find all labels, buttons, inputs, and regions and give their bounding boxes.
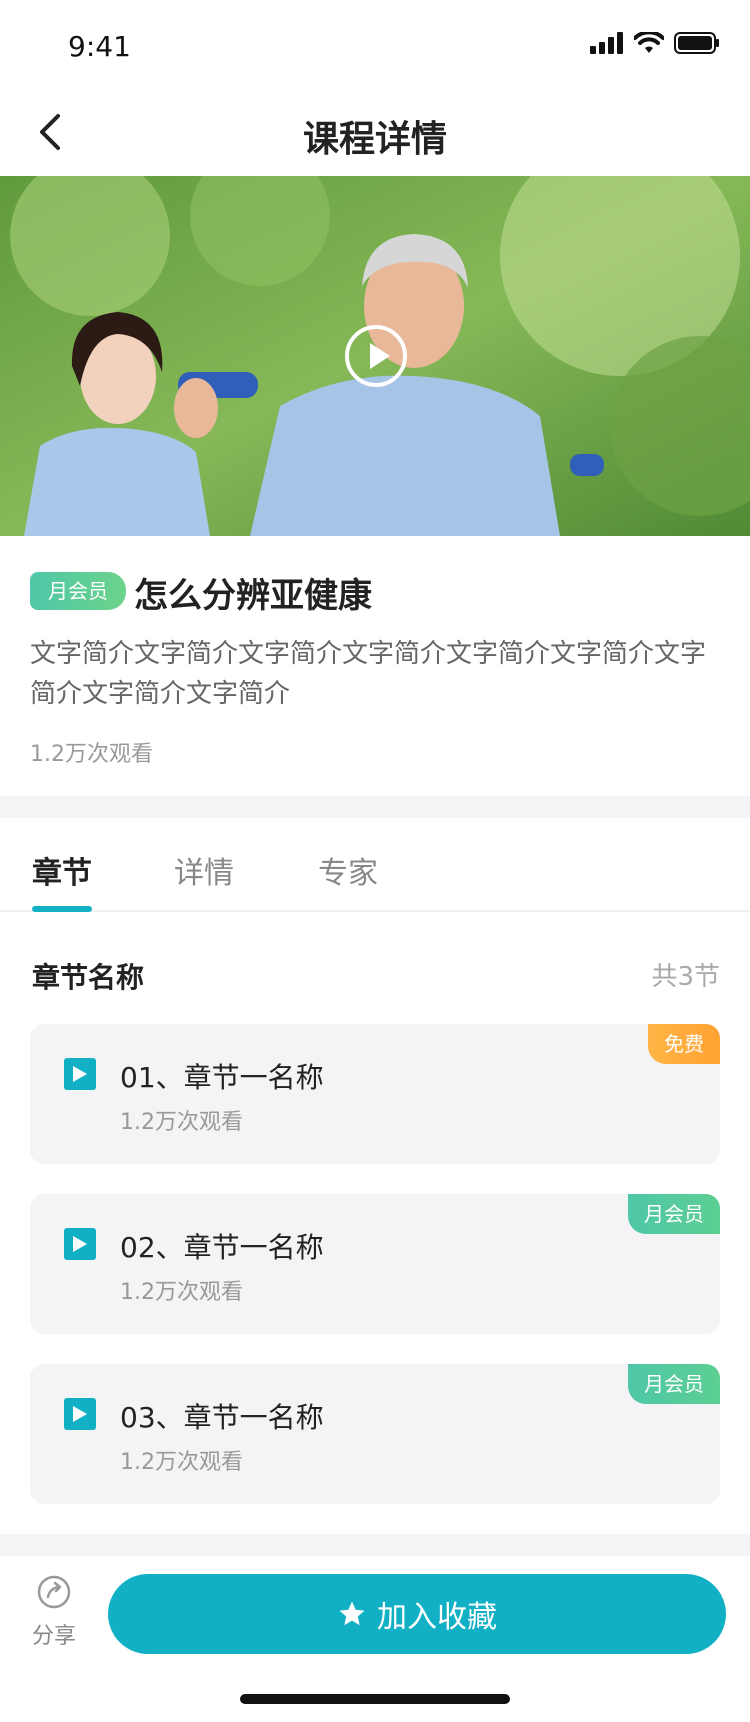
- add-to-favorites-button[interactable]: 加入收藏: [108, 1574, 726, 1654]
- wifi-icon: [634, 32, 664, 53]
- star-icon: [339, 1601, 365, 1626]
- play-icon: [64, 1398, 96, 1430]
- membership-badge: 月会员: [628, 1364, 720, 1404]
- page-title: 课程详情: [302, 119, 447, 160]
- play-icon: [64, 1058, 96, 1090]
- chapters-count: 共3节: [651, 962, 720, 992]
- chapter-name: 02、章节一名称: [120, 1231, 324, 1264]
- membership-badge: 月会员: [628, 1194, 720, 1234]
- chapter-name: 01、章节一名称: [120, 1061, 324, 1094]
- chapter-item[interactable]: 03、章节一名称 1.2万次观看 月会员: [30, 1364, 720, 1504]
- chapter-views: 1.2万次观看: [120, 1450, 243, 1475]
- course-description: 文字简介文字简介文字简介文字简介文字简介文字简介文字简介文字简介文字简介: [30, 639, 707, 709]
- home-indicator: [240, 1694, 510, 1704]
- divider: [0, 1534, 750, 1556]
- course-views: 1.2万次观看: [30, 742, 153, 767]
- share-icon: [37, 1575, 71, 1609]
- share-button[interactable]: 分享: [24, 1574, 84, 1674]
- divider: [0, 796, 750, 818]
- chapter-views: 1.2万次观看: [120, 1110, 243, 1135]
- play-icon[interactable]: [344, 324, 408, 388]
- tab-bar: 章节 详情 专家: [0, 818, 750, 912]
- share-label: 分享: [31, 1624, 76, 1649]
- chapter-item[interactable]: 01、章节一名称 1.2万次观看 免费: [30, 1024, 720, 1164]
- course-video-cover[interactable]: [0, 176, 750, 536]
- course-info: 月会员 怎么分辨亚健康 文字简介文字简介文字简介文字简介文字简介文字简介文字简介…: [0, 536, 750, 796]
- bottom-action-bar: 分享 加入收藏: [0, 1556, 750, 1722]
- chapters-title: 章节名称: [32, 961, 145, 994]
- free-badge: 免费: [648, 1024, 720, 1064]
- chapter-item[interactable]: 02、章节一名称 1.2万次观看 月会员: [30, 1194, 720, 1334]
- course-title: 怎么分辨亚健康: [134, 576, 372, 616]
- battery-icon: [674, 32, 719, 54]
- add-to-favorites-label: 加入收藏: [377, 1600, 497, 1635]
- tab-chapters[interactable]: 章节: [32, 848, 92, 892]
- nav-bar: 课程详情: [0, 88, 750, 176]
- status-bar: 9:41: [0, 0, 750, 88]
- chapter-name: 03、章节一名称: [120, 1401, 324, 1434]
- tab-experts[interactable]: 专家: [318, 848, 378, 892]
- signal-icon: [590, 32, 623, 54]
- status-time: 9:41: [68, 30, 131, 63]
- status-icons: [590, 32, 720, 54]
- chapter-views: 1.2万次观看: [120, 1280, 243, 1305]
- tab-details[interactable]: 详情: [174, 848, 234, 892]
- membership-badge: 月会员: [30, 572, 126, 610]
- chapters-header: 章节名称 共3节: [0, 912, 750, 1022]
- play-icon: [64, 1228, 96, 1260]
